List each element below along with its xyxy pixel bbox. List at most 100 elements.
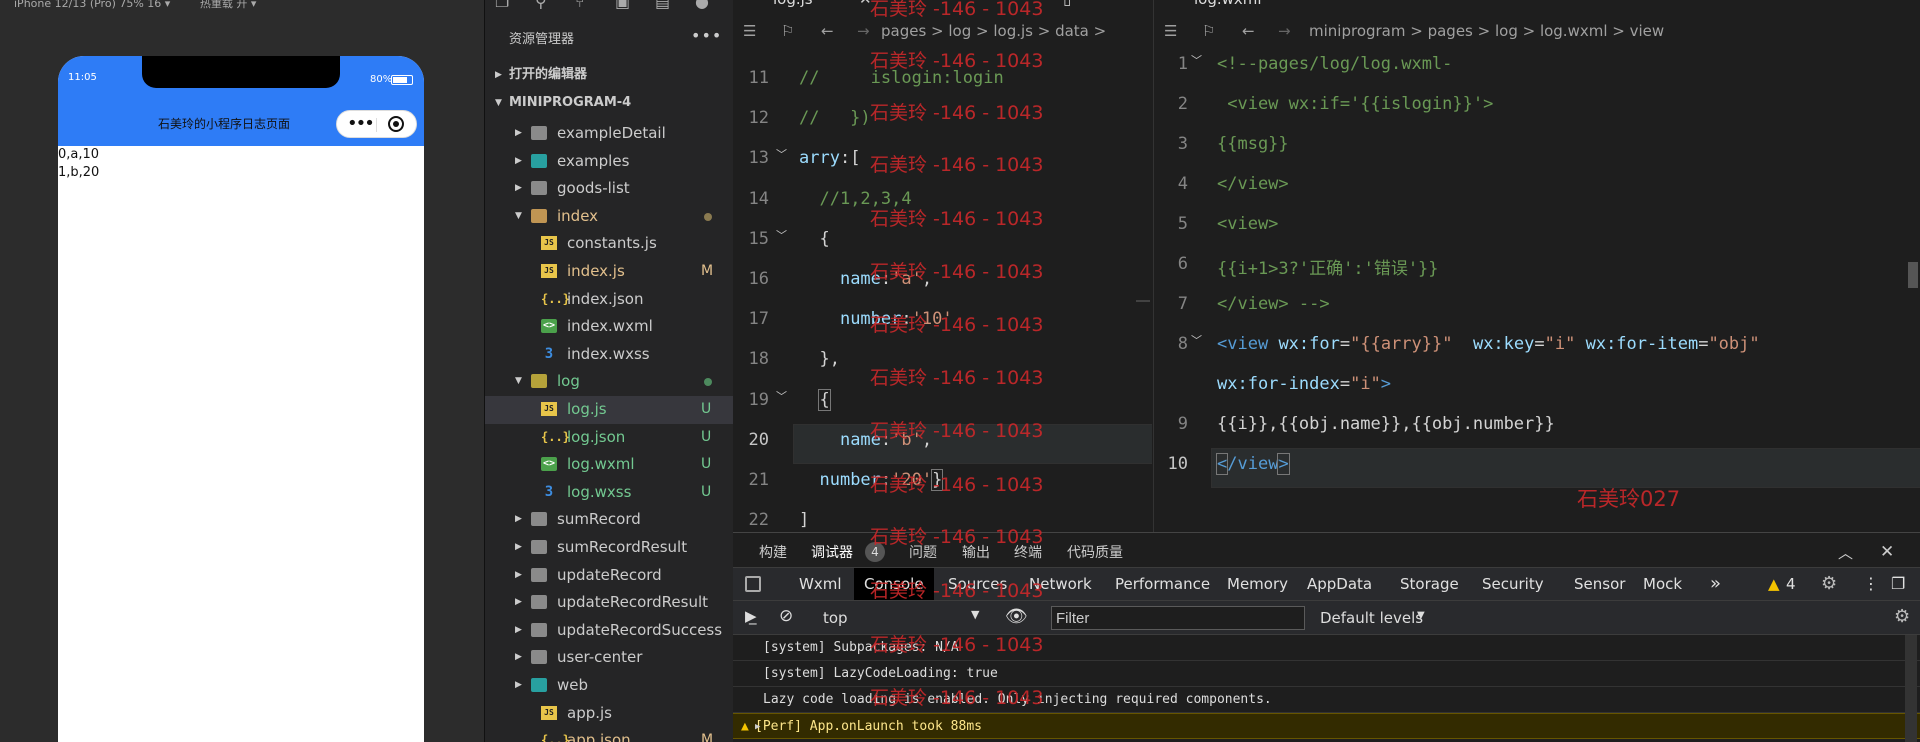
split-editor-icon[interactable]: ▯: [1063, 0, 1071, 8]
tab-log-wxml[interactable]: log.wxml: [1194, 0, 1262, 8]
code-line[interactable]: // }): [799, 108, 871, 128]
fold-chevron-icon[interactable]: ﹀: [1191, 332, 1202, 348]
tab-code-quality[interactable]: 代码质量: [1067, 542, 1123, 562]
code-line[interactable]: number:'20'}: [799, 469, 944, 491]
chevron-right-icon[interactable]: ▶: [515, 644, 522, 672]
more-tabs-icon[interactable]: »: [1710, 568, 1721, 600]
context-selector[interactable]: top: [823, 609, 848, 627]
tab-wxml[interactable]: Wxml: [799, 568, 842, 600]
breadcrumb-path[interactable]: pages > log > log.js > data >: [881, 22, 1106, 40]
tree-item[interactable]: 3 log.wxss U: [485, 479, 734, 507]
tab-output[interactable]: 输出: [962, 542, 990, 562]
bookmark-icon[interactable]: ⚐: [1202, 22, 1215, 40]
chevron-right-icon[interactable]: ▶: [515, 148, 522, 176]
tab-sources[interactable]: Sources: [948, 568, 1007, 600]
tab-security[interactable]: Security: [1482, 568, 1544, 600]
log-line-warning[interactable]: ▲ ▶ [Perf] App.onLaunch took 88ms: [733, 713, 1920, 739]
tree-item[interactable]: ▶ goods-list: [485, 175, 734, 203]
chevron-up-icon[interactable]: ︿: [1838, 542, 1853, 563]
search-icon[interactable]: ⚲: [535, 0, 547, 11]
code-line[interactable]: </view>: [1215, 453, 1290, 475]
forward-arrow-icon[interactable]: →: [857, 22, 870, 40]
filter-input[interactable]: [1051, 606, 1305, 630]
tree-item[interactable]: ▶ updateRecordSuccess: [485, 617, 734, 645]
tree-item[interactable]: ▼ log: [485, 368, 734, 396]
warning-count[interactable]: 4: [1786, 568, 1796, 600]
code-line[interactable]: number:'10': [799, 309, 953, 329]
log-levels-dropdown[interactable]: Default levels: [1320, 609, 1423, 627]
code-line[interactable]: wx:for-index="i">: [1217, 374, 1391, 394]
undock-icon[interactable]: ❐: [1891, 568, 1905, 600]
back-arrow-icon[interactable]: ←: [821, 22, 834, 40]
code-line[interactable]: name:'a',: [799, 269, 932, 289]
close-icon[interactable]: ✕: [1880, 542, 1894, 562]
editor-log-js[interactable]: log.js ✕ ▯ ☰ ⚐ ← → pages > log > log.js …: [733, 0, 1152, 532]
chevron-right-icon[interactable]: ▶: [515, 617, 522, 645]
tree-item[interactable]: ▶ user-center: [485, 644, 734, 672]
debug-icon[interactable]: ▤: [655, 0, 670, 11]
tab-sensor[interactable]: Sensor: [1574, 568, 1625, 600]
code-line[interactable]: {{i}},{{obj.name}},{{obj.number}}: [1217, 414, 1555, 434]
warning-icon[interactable]: ▲: [1768, 568, 1780, 600]
device-selector[interactable]: iPhone 12/13 (Pro) 75% 16 ▾: [14, 0, 170, 10]
minimap-slider[interactable]: [1136, 300, 1150, 302]
chevron-down-icon[interactable]: ▼: [515, 368, 522, 396]
forward-arrow-icon[interactable]: →: [1278, 22, 1291, 40]
open-editors-section[interactable]: ▶ 打开的编辑器: [485, 62, 734, 88]
chevron-right-icon[interactable]: ▶: [515, 562, 522, 590]
tab-build[interactable]: 构建: [759, 542, 787, 562]
code-line[interactable]: </view> -->: [1217, 294, 1330, 314]
editor-log-wxml[interactable]: log.wxml ☰ ⚐ ← → miniprogram > pages > l…: [1153, 0, 1920, 532]
console-settings-icon[interactable]: ⚙: [1894, 606, 1910, 627]
code-line[interactable]: {: [799, 388, 831, 411]
capsule-menu[interactable]: •••: [336, 110, 417, 138]
code-line[interactable]: arry:[: [799, 148, 860, 168]
tree-item[interactable]: 3 index.wxss: [485, 341, 734, 369]
tab-debugger[interactable]: 调试器: [811, 542, 853, 562]
chevron-right-icon[interactable]: ▶: [515, 534, 522, 562]
back-arrow-icon[interactable]: ←: [1242, 22, 1255, 40]
tree-item[interactable]: ▶ updateRecord: [485, 562, 734, 590]
tab-console[interactable]: Console: [854, 568, 934, 600]
chevron-down-icon[interactable]: ▼: [515, 203, 522, 231]
dropdown-caret-icon[interactable]: ▼: [971, 608, 979, 621]
tab-mock[interactable]: Mock: [1643, 568, 1682, 600]
source-control-icon[interactable]: ⑂: [575, 0, 585, 11]
tree-item[interactable]: {..} log.json U: [485, 424, 734, 452]
tree-item[interactable]: ▶ sumRecordResult: [485, 534, 734, 562]
fold-chevron-icon[interactable]: ﹀: [1191, 52, 1202, 68]
code-line[interactable]: {{i+1>3?'正确':'错误'}}: [1217, 254, 1439, 279]
console-scrollbar[interactable]: [1905, 635, 1917, 742]
bookmark-icon[interactable]: ⚐: [781, 22, 794, 40]
fold-chevron-icon[interactable]: ﹀: [776, 388, 787, 404]
tab-performance[interactable]: Performance: [1115, 568, 1210, 600]
code-line[interactable]: {{msg}}: [1217, 134, 1289, 154]
tab-appdata[interactable]: AppData: [1307, 568, 1372, 600]
chevron-right-icon[interactable]: ▶: [515, 120, 522, 148]
tree-item[interactable]: {..} app.json M: [485, 727, 734, 742]
explorer-more-icon[interactable]: •••: [691, 26, 722, 45]
files-icon[interactable]: ❐: [495, 0, 509, 11]
tab-problems[interactable]: 问题: [909, 542, 937, 562]
tree-item[interactable]: <> index.wxml: [485, 313, 734, 341]
chevron-right-icon[interactable]: ▶: [515, 506, 522, 534]
tab-network[interactable]: Network: [1029, 568, 1092, 600]
tree-item[interactable]: ▼ index: [485, 203, 734, 231]
list-icon[interactable]: ☰: [743, 22, 756, 40]
tree-item[interactable]: ▶ sumRecord: [485, 506, 734, 534]
tree-item[interactable]: {..} index.json: [485, 286, 734, 314]
dropdown-caret-icon[interactable]: ▼: [1417, 610, 1425, 621]
code-line[interactable]: <view wx:for="{{arry}}" wx:key="i" wx:fo…: [1217, 334, 1760, 354]
sidebar-toggle-icon[interactable]: ▶̲: [745, 607, 757, 625]
code-line[interactable]: </view>: [1217, 174, 1289, 194]
chevron-right-icon[interactable]: ▶: [515, 672, 522, 700]
tree-item[interactable]: JS index.js M: [485, 258, 734, 286]
code-line[interactable]: // islogin:login: [799, 68, 1004, 88]
tab-log-js[interactable]: log.js: [773, 0, 813, 8]
settings-gear-icon[interactable]: ⚙: [1821, 568, 1837, 600]
tab-memory[interactable]: Memory: [1227, 568, 1288, 600]
account-icon[interactable]: ●: [695, 0, 709, 11]
chevron-right-icon[interactable]: ▶: [515, 175, 522, 203]
code-line[interactable]: ]: [799, 510, 809, 530]
tab-terminal[interactable]: 终端: [1014, 542, 1042, 562]
